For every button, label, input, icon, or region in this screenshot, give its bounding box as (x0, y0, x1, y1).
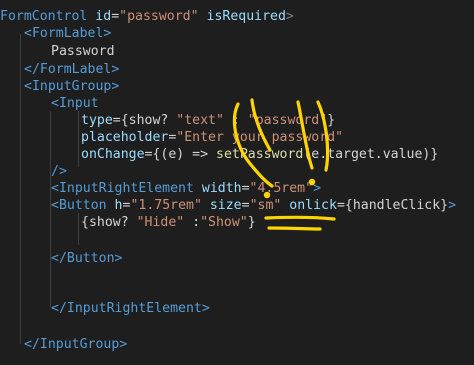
jsx-tag: /> (51, 164, 67, 179)
string-literal: "4.5rem" (249, 181, 314, 196)
string-literal: "password" (247, 113, 328, 128)
attr-value: "password" (119, 9, 199, 24)
bracket: > (448, 198, 457, 213)
indent-guide (78, 111, 79, 167)
code-line-3: Password (51, 43, 115, 60)
string-literal: "Show" (200, 215, 248, 230)
attr-name: size (209, 198, 242, 213)
code-text: ={show? (112, 113, 177, 128)
annotation-stroke (267, 226, 322, 231)
code-line-15: </Button> (51, 250, 122, 267)
attr-name: placeholder (81, 130, 169, 145)
attr-name: isRequired (206, 9, 286, 24)
code-line-7: type={show? "text" : "password"} (81, 112, 335, 129)
code-line-4: </FormLabel> (24, 61, 119, 78)
jsx-tag: </FormLabel> (24, 62, 120, 77)
jsx-tag: <InputRightElement (51, 181, 194, 196)
code-line-11: <InputRightElement width="4.5rem"> (51, 180, 321, 197)
code-line-8: placeholder="Enter your password" (81, 129, 343, 146)
code-text: } (327, 113, 336, 128)
code-text: {show? (81, 215, 137, 230)
code-line-5: <InputGroup> (24, 78, 119, 95)
jsx-tag: <InputGroup> (24, 79, 120, 94)
code-line-20: </InputGroup> (24, 336, 127, 353)
string-literal: "1.75rem" (130, 198, 202, 213)
jsx-tag: </Button> (51, 251, 123, 266)
code-text: : (184, 215, 201, 230)
code-text: } (247, 215, 256, 230)
code-text: ={(e) => (144, 147, 216, 162)
code-text: = (241, 181, 250, 196)
attr-name: id (95, 9, 112, 24)
code-editor[interactable]: FormControl id="password" isRequired> <F… (0, 0, 474, 365)
attr-name: onlick (289, 198, 337, 213)
code-line-2: <FormLabel> (24, 25, 111, 42)
string-literal: "Hide" (136, 215, 185, 230)
code-line-10: /> (51, 163, 67, 180)
annotation-stroke (264, 215, 336, 221)
jsx-tag: FormControl (0, 9, 88, 24)
indent-guide (78, 213, 79, 245)
code-line-1: FormControl id="password" isRequired> (0, 9, 294, 24)
bracket: > (285, 9, 294, 24)
attr-name: type (81, 113, 113, 128)
jsx-tag: </InputRightElement> (51, 301, 210, 316)
code-text: : (223, 113, 248, 128)
code-line-9: onChange={(e) => setPassword(e.target.va… (81, 146, 438, 163)
jsx-tag: <FormLabel> (24, 26, 112, 41)
string-literal: "Enter your password" (176, 130, 344, 145)
code-line-13: {show? "Hide" :"Show"} (81, 214, 256, 231)
string-literal: "text" (176, 113, 224, 128)
string-literal: "sm" (249, 198, 282, 213)
code-text: ={handleClick} (336, 198, 449, 213)
code-line-18: </InputRightElement> (51, 300, 210, 317)
jsx-text: Password (51, 44, 115, 59)
code-text: (e.target.value)} (303, 147, 439, 162)
jsx-tag: <Button (51, 198, 107, 213)
bracket: > (313, 181, 322, 196)
jsx-tag: <Input (51, 96, 99, 111)
attr-name: width (201, 181, 242, 196)
code-line-6: <Input (51, 95, 99, 112)
code-line-12: <Button h="1.75rem" size="sm" onlick={ha… (51, 198, 457, 213)
attr-name: onChange (81, 147, 145, 162)
indent-guide (20, 34, 21, 344)
jsx-tag: </InputGroup> (24, 337, 128, 352)
function-name: setPassword (216, 147, 304, 162)
